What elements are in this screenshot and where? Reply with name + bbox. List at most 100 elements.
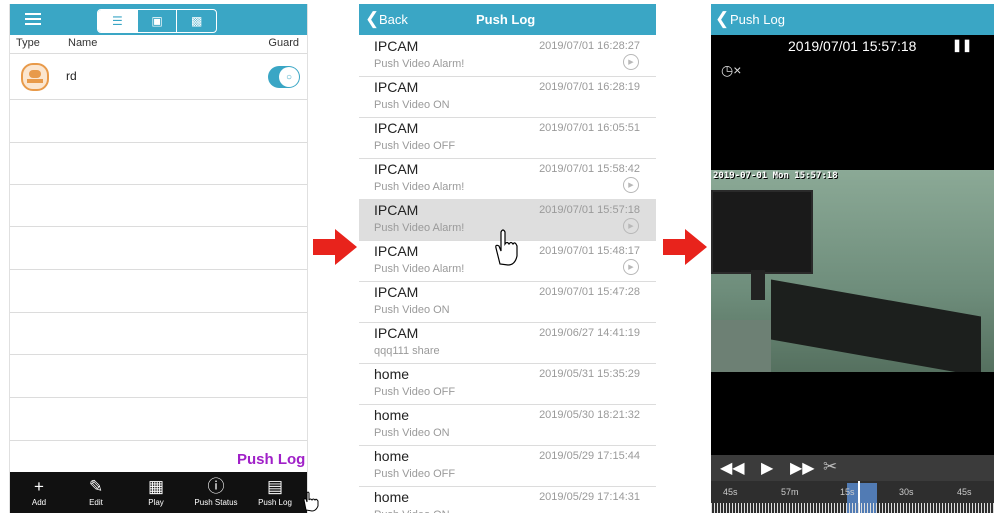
header-guard: Guard: [268, 37, 299, 49]
monitor-image: [711, 190, 813, 274]
divider: [10, 226, 307, 227]
log-device-name: IPCAM: [374, 202, 419, 218]
log-item[interactable]: home Push Video OFF 2019/05/29 17:15:44: [359, 445, 656, 487]
device-name: rd: [66, 69, 77, 83]
fast-forward-icon[interactable]: ▶▶: [790, 458, 815, 478]
hamburger-icon[interactable]: [25, 10, 41, 28]
osd-timestamp: 2019-07-01 Mon 15:57:18: [713, 171, 838, 181]
add-button[interactable]: + Add: [10, 472, 68, 513]
divider: [10, 99, 307, 100]
push-status-button[interactable]: ⓘ Push Status: [187, 472, 245, 513]
header-type: Type: [16, 37, 40, 49]
play-circle-icon[interactable]: ▶: [623, 177, 639, 193]
timeline-label: 57m: [781, 487, 799, 497]
log-item[interactable]: IPCAM Push Video OFF 2019/07/01 16:05:51: [359, 117, 656, 159]
log-status: Push Video Alarm!: [374, 181, 465, 193]
video-frame: 2019-07-01 Mon 15:57:18: [711, 170, 994, 372]
log-time: 2019/07/01 16:05:51: [539, 122, 640, 134]
play-circle-icon[interactable]: ▶: [623, 218, 639, 234]
hand-pointer-icon: [492, 226, 520, 266]
back-button[interactable]: Back: [379, 12, 408, 27]
play-label: Play: [148, 498, 164, 507]
log-time: 2019/05/29 17:15:44: [539, 450, 640, 462]
scissors-icon[interactable]: ✂: [823, 457, 837, 477]
play-circle-icon[interactable]: ▶: [623, 54, 639, 70]
log-status: Push Video OFF: [374, 140, 456, 152]
arrow-right-icon: [663, 229, 707, 265]
speaker-icon: ○: [279, 67, 299, 87]
plus-icon: +: [34, 477, 44, 496]
divider: [10, 397, 307, 398]
log-item[interactable]: IPCAM Push Video Alarm! 2019/07/01 15:58:4…: [359, 158, 656, 200]
timeline-label: 45s: [723, 487, 738, 497]
log-item[interactable]: IPCAM Push Video ON 2019/07/01 16:28:19: [359, 76, 656, 118]
star-folder-icon[interactable]: ▩: [177, 10, 216, 32]
guard-toggle[interactable]: ○: [268, 66, 300, 88]
divider: [10, 440, 307, 441]
top-bar: ❮ Back Push Log: [359, 4, 656, 35]
arrow-right-icon: [313, 229, 357, 265]
chevron-left-icon[interactable]: ❮: [365, 9, 379, 29]
device-row[interactable]: rd: [10, 54, 307, 99]
log-time: 2019/07/01 15:57:18: [539, 204, 640, 216]
list-icon[interactable]: ☰: [98, 10, 138, 32]
play-button[interactable]: ▦ Play: [127, 472, 185, 513]
log-item[interactable]: home Push Video ON 2019/05/30 18:21:32: [359, 404, 656, 446]
log-device-name: home: [374, 448, 410, 464]
log-status: Push Video ON: [374, 99, 450, 111]
log-item[interactable]: home Push Video ON 2019/05/29 17:14:31: [359, 486, 656, 513]
divider: [10, 269, 307, 270]
play-icon[interactable]: ▶: [761, 458, 773, 478]
log-time: 2019/07/01 15:47:28: [539, 286, 640, 298]
log-device-name: home: [374, 366, 410, 382]
log-device-name: IPCAM: [374, 79, 419, 95]
log-time: 2019/07/01 15:48:17: [539, 245, 640, 257]
grid-play-icon: ▦: [147, 477, 165, 496]
back-button[interactable]: Push Log: [730, 12, 785, 27]
rewind-icon[interactable]: ◀◀: [720, 458, 745, 478]
log-item[interactable]: home Push Video OFF 2019/05/31 15:35:29: [359, 363, 656, 405]
log-time: 2019/07/01 16:28:27: [539, 40, 640, 52]
bottom-toolbar: + Add ✎ Edit ▦ Play ⓘ Push Status ▤ Push Log: [10, 472, 307, 513]
log-status: qqq111 share: [374, 345, 440, 357]
log-device-name: home: [374, 489, 410, 505]
hand-pointer-icon: [300, 490, 322, 512]
log-item[interactable]: IPCAM Push Video ON 2019/07/01 15:47:28: [359, 281, 656, 323]
page-title: Push Log: [476, 12, 536, 27]
log-device-name: home: [374, 407, 410, 423]
timeline[interactable]: 45s 57m 15s 30s 45s: [711, 481, 994, 513]
exclamation-bubble-icon: ⓘ: [207, 477, 225, 496]
device-list-screen: ☰ ▣ ▩ Type Name Guard rd ○ + Add ✎ Edit ▦ P…: [9, 4, 308, 513]
push-log-callout: Push Log: [237, 451, 306, 468]
log-status: Push Video OFF: [374, 468, 456, 480]
log-device-name: IPCAM: [374, 38, 419, 54]
timeline-label: 15s: [840, 487, 855, 497]
add-label: Add: [31, 498, 47, 507]
timeline-ticks: [711, 503, 994, 513]
timeline-label: 45s: [957, 487, 972, 497]
pencil-icon: ✎: [88, 477, 104, 496]
top-bar: ☰ ▣ ▩: [10, 4, 307, 35]
edit-label: Edit: [89, 498, 103, 507]
camera-device-icon: [21, 63, 49, 91]
chevron-left-icon[interactable]: ❮: [715, 9, 729, 29]
top-bar: ❮ Push Log: [711, 4, 994, 35]
divider: [10, 312, 307, 313]
log-time: 2019/05/29 17:14:31: [539, 491, 640, 503]
log-item[interactable]: IPCAM qqq111 share 2019/06/27 14:41:19: [359, 322, 656, 364]
log-status: Push Video ON: [374, 304, 450, 316]
push-status-label: Push Status: [194, 498, 238, 507]
push-log-button[interactable]: ▤ Push Log: [246, 472, 304, 513]
pause-icon[interactable]: ❚❚: [952, 38, 972, 52]
log-status: Push Video ON: [374, 427, 450, 439]
divider: [10, 354, 307, 355]
play-circle-icon[interactable]: ▶: [623, 259, 639, 275]
speaker-mute-icon[interactable]: ◷×: [721, 62, 741, 79]
log-device-name: IPCAM: [374, 161, 419, 177]
log-item[interactable]: IPCAM Push Video Alarm! 2019/07/01 16:28:2…: [359, 35, 656, 77]
video-playback-screen: ❮ Push Log 2019/07/01 15:57:18 ❚❚ ◷× 201…: [711, 4, 994, 513]
divider: [10, 184, 307, 185]
folder-icon[interactable]: ▣: [138, 10, 178, 32]
edit-button[interactable]: ✎ Edit: [67, 472, 125, 513]
header-name: Name: [68, 37, 98, 49]
